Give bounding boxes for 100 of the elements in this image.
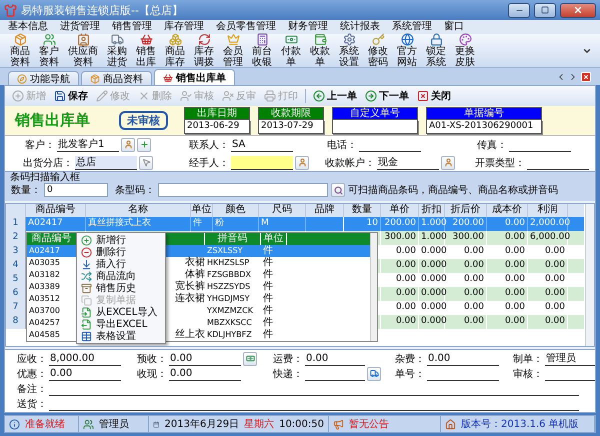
maximize-icon [541, 6, 549, 14]
menu-item[interactable]: 进货管理 [60, 21, 100, 33]
menu-item[interactable]: 新增行 [78, 234, 164, 246]
input-field[interactable]: 0.00 [169, 352, 241, 366]
column-header: 自定义单号 [332, 107, 418, 120]
menu-item[interactable]: 插入行 [78, 258, 164, 270]
input-field[interactable]: 0.00 [49, 366, 121, 380]
settings-icon [342, 33, 356, 46]
input-field[interactable]: 2013-07-29 [258, 120, 324, 134]
row-number: 8 [6, 315, 26, 329]
input-field[interactable]: 0.00 [305, 352, 365, 366]
field-label: 审核： [512, 368, 543, 380]
close-icon[interactable] [580, 71, 592, 83]
table-cell-text: YXMZMZCK [206, 305, 254, 317]
menu-item[interactable]: 删除行 [78, 246, 164, 258]
scrollbar[interactable] [370, 233, 377, 341]
toolbar-button[interactable]: 保存 [53, 89, 89, 103]
toolbar-button[interactable]: 采购进货 [105, 33, 129, 68]
table-cell-text: 件 [262, 269, 274, 281]
close-button[interactable] [560, 2, 596, 18]
table-cell-text: 体裤 [185, 269, 205, 280]
table-cell-text: A02417 [28, 245, 61, 257]
boxes-icon [168, 33, 182, 46]
menu-item[interactable]: 会员零售管理 [216, 21, 276, 33]
minus-icon [81, 246, 92, 258]
table-row[interactable]: 1 A02417 真丝拼接式上衣 件 粉 M 10 200.00 1.000 200.00 0.00 2,000.00 [6, 217, 584, 231]
barcode-field[interactable] [158, 183, 328, 197]
toolbar-button[interactable]: 收款单 [308, 33, 332, 68]
toolbar-button[interactable]: 供应商资料 [66, 33, 100, 68]
toolbar-button[interactable]: 商品库存 [163, 33, 187, 68]
menu-item[interactable]: 导出EXCEL [78, 318, 164, 330]
maximize-button[interactable] [534, 2, 556, 18]
table-cell-text: A04585 [28, 329, 61, 341]
input-field[interactable]: 管理员 [545, 352, 595, 366]
menu-item[interactable]: 从EXCEL导入 [78, 306, 164, 318]
row-number: 7 [6, 301, 26, 315]
field-label: 快递： [272, 368, 303, 380]
picker-button[interactable] [295, 156, 309, 170]
toolbar-button[interactable]: 客户资料 [37, 33, 61, 68]
picker-button[interactable] [243, 352, 257, 366]
table-cell: 0.00 [487, 315, 528, 329]
input-field[interactable]: 8,000.00 [49, 352, 121, 366]
scrollbar[interactable] [585, 204, 594, 346]
menu-item[interactable]: 系统管理 [392, 21, 432, 33]
toolbar-button[interactable]: 更换皮肤 [453, 33, 477, 68]
menu-item[interactable]: 销售管理 [112, 21, 152, 33]
package-icon [90, 74, 100, 84]
toolbar-button[interactable]: 上一单 [312, 89, 358, 103]
field-label: 电话： [326, 138, 357, 152]
tab[interactable]: 功能导航 [8, 71, 79, 85]
input-field[interactable]: 批发客户1 [57, 138, 119, 152]
toolbar-button[interactable]: 系统设置 [337, 33, 361, 68]
input-field[interactable]: 现金 [377, 156, 439, 170]
wallet-icon [314, 33, 326, 46]
toolbar-button[interactable]: 下一单 [364, 89, 410, 103]
table-cell-text: HSZZSYDS [206, 281, 252, 293]
toolbar-button[interactable]: 会员管理 [221, 33, 245, 68]
picker-button[interactable] [121, 138, 135, 152]
toolbar-button[interactable]: 付款单 [279, 33, 303, 68]
toolbar-button[interactable]: 库存调拨 [192, 33, 216, 68]
quantity-field[interactable]: 0 [44, 183, 108, 197]
toolbar-button[interactable]: 修改密码 [366, 33, 390, 68]
tab[interactable]: 商品资料 [81, 71, 152, 85]
compass-icon [17, 74, 27, 84]
picker-button[interactable] [367, 366, 381, 380]
input-field[interactable]: 总店 [75, 156, 137, 170]
toolbar-button[interactable]: 锁定系统 [424, 33, 448, 68]
tab[interactable]: 销售出库单 [154, 69, 235, 85]
row-number: 4 [6, 259, 26, 273]
table-cell-text: 件 [262, 257, 274, 269]
picker-button[interactable] [137, 138, 151, 152]
input-field[interactable]: A01-XS-201306290001 [426, 120, 542, 134]
menu-item[interactable]: 商品流向 [78, 270, 164, 282]
input-field[interactable] [231, 156, 293, 170]
menu-item[interactable]: 库存管理 [164, 21, 204, 33]
input-field[interactable]: 0.00 [427, 352, 499, 366]
menu-item[interactable]: 销售历史 [78, 282, 164, 294]
minimize-button[interactable] [508, 2, 530, 18]
picker-button[interactable] [441, 156, 455, 170]
menu-item[interactable]: 基本信息 [8, 21, 48, 33]
input-field[interactable]: 2013-06-29 [184, 120, 250, 134]
menu-item[interactable]: 表格设置 [78, 330, 164, 342]
input-field[interactable]: 0.00 [169, 366, 241, 380]
table-cell-text: A03182 [28, 269, 61, 281]
toolbar-button[interactable]: 官方网站 [395, 33, 419, 68]
menu-item[interactable]: 财务管理 [288, 21, 328, 33]
table-cell-text: 件 [262, 305, 274, 317]
import-icon [81, 306, 92, 318]
picker-button[interactable] [139, 156, 153, 170]
crown-icon [226, 33, 240, 46]
toolbar-button[interactable]: 销售出库 [134, 33, 158, 68]
toolbar-button[interactable]: 商品资料 [8, 33, 32, 68]
input-field[interactable]: SA [231, 138, 293, 152]
toolbar-button[interactable]: 关闭 [416, 89, 452, 103]
menu-item[interactable]: 统计报表 [340, 21, 380, 33]
search-button[interactable] [331, 183, 345, 197]
status-text: 版本号：2013.1.6 单机版 [461, 418, 579, 431]
input-field[interactable] [332, 120, 418, 134]
menu-item[interactable]: 窗口 [444, 21, 464, 33]
toolbar-button[interactable]: 前台收银 [250, 33, 274, 68]
